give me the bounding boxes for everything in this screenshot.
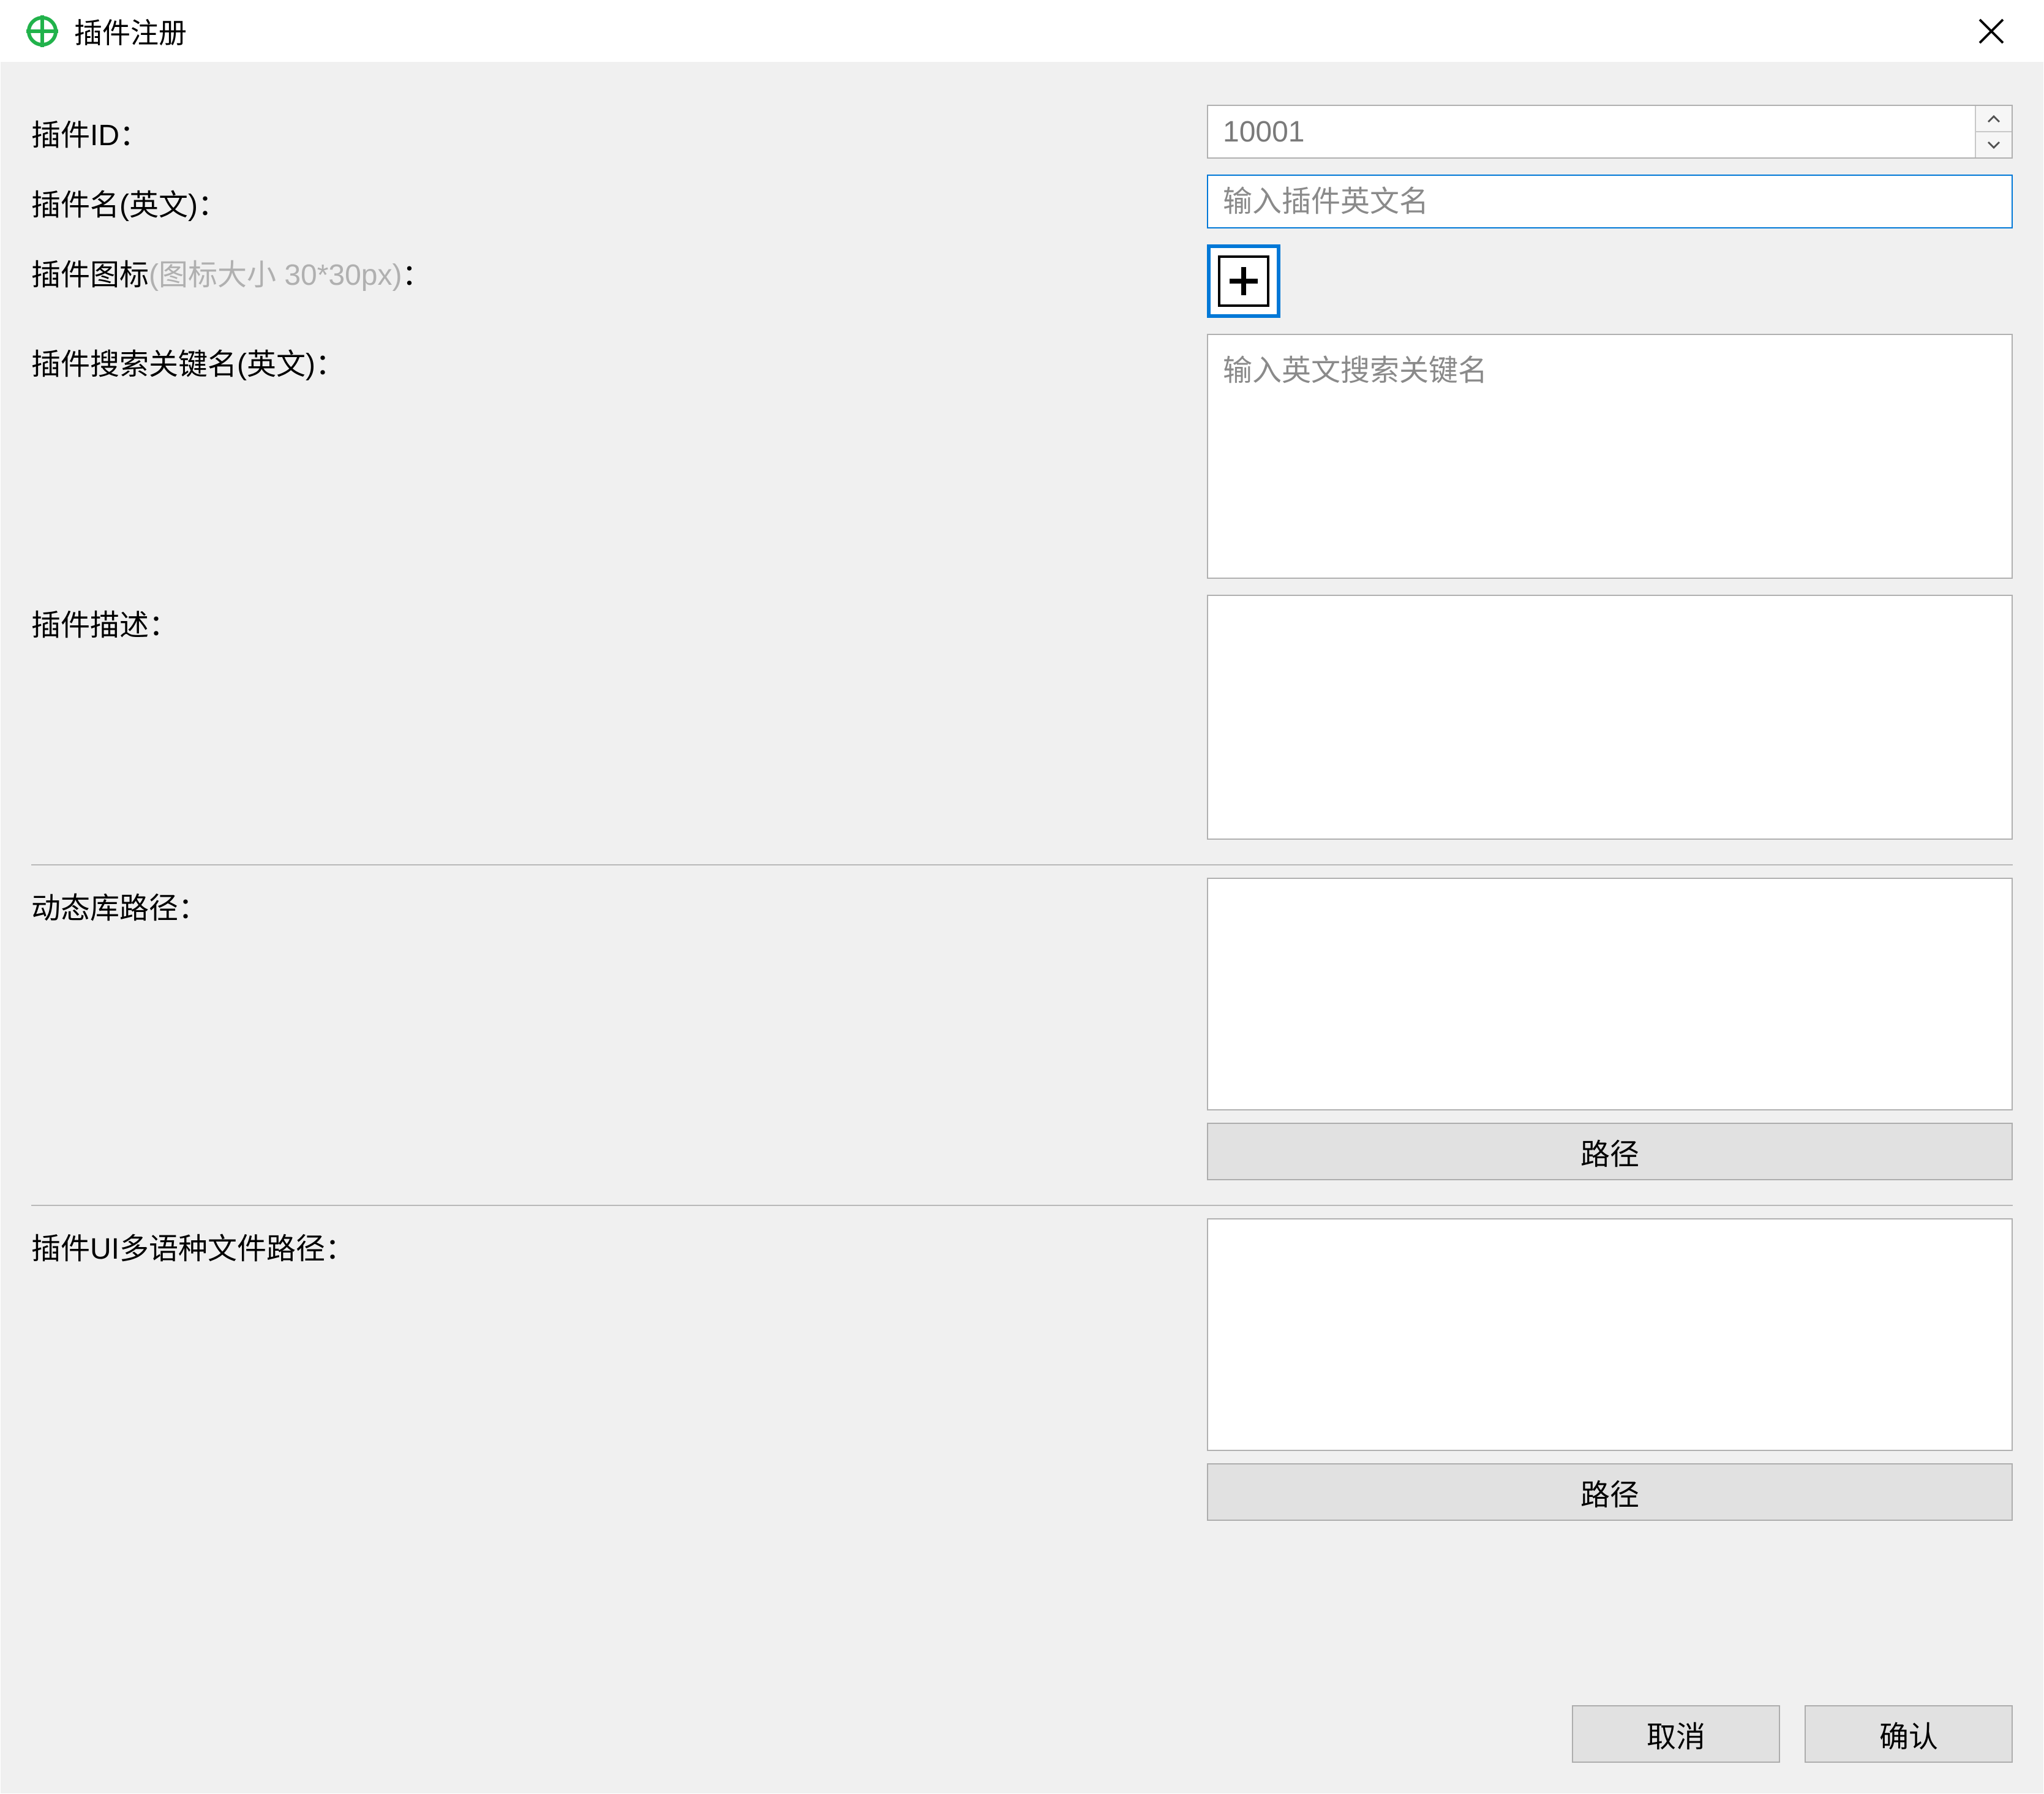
label-plugin-desc: 插件描述：	[31, 595, 1207, 644]
spinner-up[interactable]	[1976, 106, 2012, 131]
label-plugin-icon: 插件图标(图标大小 30*30px)：	[31, 244, 1207, 293]
plugin-icon-picker[interactable]	[1207, 244, 1280, 318]
app-icon	[25, 14, 59, 48]
label-plugin-icon-hint: (图标大小 30*30px)	[149, 259, 402, 292]
dialog-footer: 取消 确认	[1, 1681, 2043, 1793]
row-dll-path: 动态库路径： 路径	[31, 878, 2013, 1180]
row-plugin-name-en: 插件名(英文)：	[31, 175, 2013, 228]
spinner-down[interactable]	[1976, 131, 2012, 157]
plus-icon	[1227, 265, 1260, 298]
row-plugin-icon: 插件图标(图标大小 30*30px)：	[31, 244, 2013, 318]
label-plugin-id: 插件ID：	[31, 105, 1207, 154]
section-basic: 插件ID： 10001	[31, 92, 2013, 864]
confirm-button[interactable]: 确认	[1805, 1705, 2013, 1763]
ui-lang-path-input[interactable]	[1207, 1218, 2013, 1451]
close-button[interactable]	[1958, 1, 2025, 62]
dll-path-input[interactable]	[1207, 878, 2013, 1110]
row-plugin-id: 插件ID： 10001	[31, 105, 2013, 159]
ui-lang-path-browse-button[interactable]: 路径	[1207, 1463, 2013, 1521]
row-ui-lang-path: 插件UI多语种文件路径： 路径	[31, 1218, 2013, 1521]
plugin-id-value: 10001	[1208, 115, 1975, 149]
row-plugin-desc: 插件描述：	[31, 595, 2013, 840]
chevron-up-icon	[1987, 115, 2001, 123]
row-plugin-keywords: 插件搜索关键名(英文)：	[31, 334, 2013, 579]
plus-box	[1218, 255, 1269, 307]
label-plugin-name-en: 插件名(英文)：	[31, 175, 1207, 224]
label-dll-path: 动态库路径：	[31, 878, 1207, 927]
plugin-register-dialog: 插件注册 插件ID： 10001	[0, 0, 2044, 1794]
close-icon	[1977, 17, 2005, 45]
label-plugin-keywords: 插件搜索关键名(英文)：	[31, 334, 1207, 383]
window-title: 插件注册	[74, 11, 187, 51]
label-ui-lang-path: 插件UI多语种文件路径：	[31, 1218, 1207, 1267]
dll-path-browse-button[interactable]: 路径	[1207, 1123, 2013, 1180]
section-ui-lang-path: 插件UI多语种文件路径： 路径	[31, 1206, 2013, 1545]
cancel-button[interactable]: 取消	[1572, 1705, 1780, 1763]
spinner-buttons	[1975, 106, 2012, 157]
titlebar: 插件注册	[1, 1, 2043, 62]
label-plugin-icon-suffix: ：	[402, 259, 431, 292]
label-plugin-icon-prefix: 插件图标	[31, 259, 149, 292]
dialog-body: 插件ID： 10001	[1, 62, 2043, 1681]
plugin-desc-input[interactable]	[1207, 595, 2013, 840]
section-dll-path: 动态库路径： 路径	[31, 865, 2013, 1205]
chevron-down-icon	[1987, 141, 2001, 149]
plugin-keywords-input[interactable]	[1207, 334, 2013, 579]
plugin-name-en-input[interactable]	[1207, 175, 2013, 228]
plugin-id-spinner[interactable]: 10001	[1207, 105, 2013, 159]
